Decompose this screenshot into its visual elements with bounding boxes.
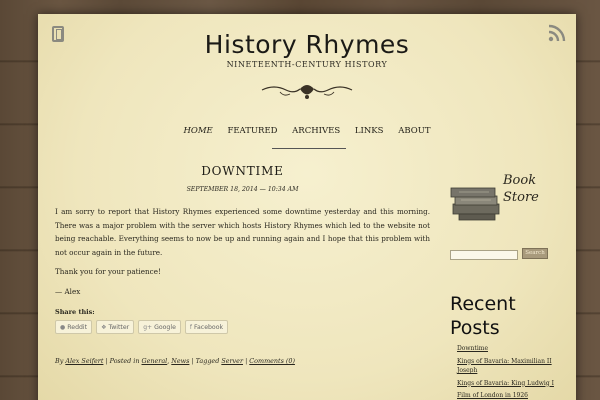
search-input[interactable] [450,250,518,260]
site-title[interactable]: History Rhymes [38,30,576,59]
post-date[interactable]: SEPTEMBER 18, 2014 — 10:34 AM [55,186,430,193]
recent-post-link[interactable]: Film of London in 1926 [457,391,561,400]
post-signature: — Alex [55,286,81,296]
recent-post-link[interactable]: Downtime [457,344,561,354]
nav-divider [272,148,346,149]
category-link-news[interactable]: News [171,357,189,365]
share-label: Share this: [55,308,95,316]
nav-archives[interactable]: ARCHIVES [292,126,340,136]
recent-post-link[interactable]: Kings of Bavaria: King Ludwig I [457,379,561,389]
reddit-icon: ● [60,323,66,331]
main-navigation: HOME FEATURED ARCHIVES LINKS ABOUT [38,126,576,136]
post-paragraph: I am sorry to report that History Rhymes… [55,207,430,257]
post-title[interactable]: DOWNTIME [55,164,430,178]
recent-posts-list: Downtime Kings of Bavaria: Maximilian II… [457,344,561,400]
tag-link-server[interactable]: Server [221,357,243,365]
twitter-icon: ❖ [101,323,107,331]
nav-featured[interactable]: FEATURED [227,126,277,136]
recent-posts-heading: Recent Posts [450,293,516,339]
share-reddit-button[interactable]: ● Reddit [55,320,93,334]
post-paragraph: Thank you for your patience! [55,267,161,276]
facebook-icon: f [189,323,193,331]
post-body: I am sorry to report that History Rhymes… [55,205,430,304]
share-twitter-button[interactable]: ❖ Twitter [96,320,135,334]
nav-links[interactable]: LINKS [355,126,384,136]
share-buttons: ● Reddit ❖ Twitter g+ Google f Facebook [55,320,229,334]
site-description: NINETEENTH-CENTURY HISTORY [226,60,388,69]
ornament-flourish-icon [261,85,353,99]
category-link-general[interactable]: General [142,357,168,365]
recent-post-link[interactable]: Kings of Bavaria: Maximilian II Joseph [457,357,561,376]
page-paper: History Rhymes NINETEENTH-CENTURY HISTOR… [38,14,576,400]
post-meta: By Alex Seifert | Posted in General, New… [55,357,295,365]
search-button[interactable]: Search [522,248,548,259]
author-link[interactable]: Alex Seifert [65,357,103,365]
nav-home[interactable]: HOME [183,126,212,136]
nav-about[interactable]: ABOUT [398,126,430,136]
share-google-button[interactable]: g+ Google [138,320,181,334]
share-facebook-button[interactable]: f Facebook [184,320,229,334]
google-plus-icon: g+ [143,323,153,331]
comments-link[interactable]: Comments (0) [249,357,295,365]
book-store-label[interactable]: Book Store [503,172,539,206]
